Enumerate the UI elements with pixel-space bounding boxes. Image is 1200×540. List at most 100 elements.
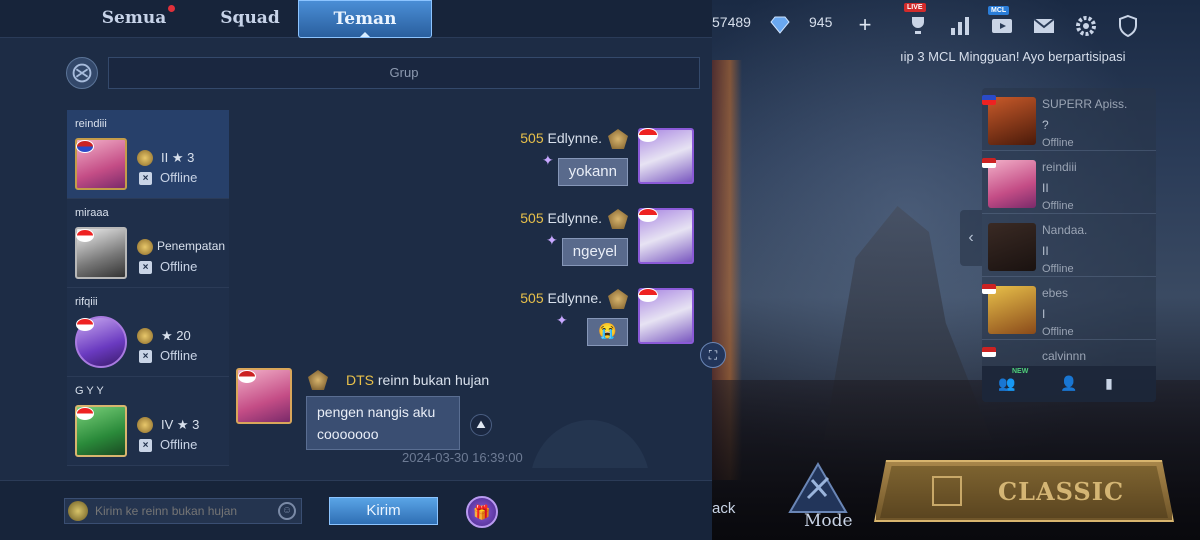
video-icon[interactable] xyxy=(990,14,1014,38)
block-icon[interactable]: ▮ xyxy=(1098,375,1120,393)
message-timestamp: 2024-03-30 16:39:00 xyxy=(402,450,523,465)
tab-bar: Semua Squad Teman xyxy=(0,0,712,38)
friend-status: Offline xyxy=(1042,137,1074,149)
collapse-friends-button[interactable]: ‹ xyxy=(960,210,982,266)
message-area: 505 Edlynne. ✦ yokann 505 Edlynne. ✦ nge… xyxy=(230,110,712,468)
message-bubble[interactable]: pengen nangis aku cooooooo xyxy=(306,396,460,450)
friend-status: Offline xyxy=(1042,326,1074,338)
friend-rank: I xyxy=(1042,307,1046,321)
friend-rank: II xyxy=(1042,181,1049,195)
friend-rank: ? xyxy=(1042,118,1049,132)
right-friends-panel: SUPERR Apiss. ? Offline reindiii II Offl… xyxy=(982,88,1156,402)
mail-icon[interactable] xyxy=(1032,14,1056,38)
screenshot-icon[interactable]: ⛶ xyxy=(700,342,726,368)
friend-item[interactable]: miraaa Penempatan × Offline xyxy=(67,199,229,288)
sender-name: Edlynne. xyxy=(547,290,602,306)
send-button[interactable]: Kirim xyxy=(329,497,438,525)
tab-squad[interactable]: Squad xyxy=(184,0,316,38)
add-friend-icon[interactable]: 👥 xyxy=(996,375,1018,393)
flag-icon xyxy=(638,288,658,302)
message-input[interactable] xyxy=(64,498,302,524)
message-incoming: DTS reinn bukan hujan pengen nangis aku … xyxy=(236,368,536,468)
sender-name: Edlynne. xyxy=(547,210,602,226)
live-badge: LIVE xyxy=(904,3,926,12)
friend-name: G Y Y xyxy=(75,385,104,397)
offline-x-icon: × xyxy=(139,350,152,363)
message-outgoing: 505 Edlynne. ✦ ngeyel xyxy=(434,208,694,278)
back-label[interactable]: ack xyxy=(712,500,735,517)
stats-icon[interactable] xyxy=(948,14,972,38)
offline-x-icon: × xyxy=(139,172,152,185)
gift-icon[interactable]: 🎁 xyxy=(466,496,498,528)
friend-name: reindiii xyxy=(1042,160,1077,174)
message-bubble[interactable]: ngeyel xyxy=(561,238,628,266)
shield-icon[interactable] xyxy=(1116,14,1140,38)
friend-name: Nandaa. xyxy=(1042,223,1088,237)
message-sender: 505 Edlynne. xyxy=(520,290,602,306)
rank-badge-icon xyxy=(608,289,628,309)
flag-icon xyxy=(982,284,996,294)
flag-icon xyxy=(638,208,658,222)
announcement-marquee: ıip 3 MCL Mingguan! Ayo berpartisipasi xyxy=(900,49,1126,64)
friend-name: SUPERR Apiss. xyxy=(1042,97,1128,111)
message-bubble[interactable]: 😭 xyxy=(587,318,628,346)
currency-a-value: 57489 xyxy=(712,14,751,30)
message-bubble[interactable]: yokann xyxy=(557,158,628,186)
friend-rank: ★ 20 xyxy=(161,328,191,343)
gear-icon[interactable] xyxy=(1074,14,1098,38)
friend-rank: II ★ 3 xyxy=(161,150,195,165)
right-friend-item[interactable]: SUPERR Apiss. ? Offline xyxy=(982,88,1156,151)
sender-name: reinn bukan hujan xyxy=(377,372,490,388)
message-sender: DTS reinn bukan hujan xyxy=(346,372,489,388)
friend-rank: II xyxy=(1042,244,1049,258)
flag-icon xyxy=(982,347,996,357)
friend-item[interactable]: reindiii II ★ 3 × Offline xyxy=(67,110,229,199)
plus-icon[interactable]: + xyxy=(854,14,876,36)
right-friend-item[interactable]: ebes I Offline xyxy=(982,277,1156,340)
invite-icon[interactable]: 👤 xyxy=(1058,375,1080,393)
friend-item[interactable]: rifqiii ★ 20 × Offline xyxy=(67,288,229,377)
flag-icon xyxy=(76,140,94,153)
notification-dot xyxy=(168,5,175,12)
message-sender: 505 Edlynne. xyxy=(520,130,602,146)
group-icon[interactable] xyxy=(66,57,98,89)
chat-panel: Semua Squad Teman Grup reindiii II ★ 3 ×… xyxy=(0,0,726,540)
star-icon: ✦ xyxy=(542,152,554,168)
sender-name: Edlynne. xyxy=(547,130,602,146)
friend-rank: IV ★ 3 xyxy=(161,417,200,432)
tab-semua[interactable]: Semua xyxy=(70,0,198,38)
friend-item[interactable]: G Y Y IV ★ 3 × Offline xyxy=(67,377,229,466)
friend-name: ebes xyxy=(1042,286,1069,300)
rank-badge-icon xyxy=(137,328,153,344)
offline-x-icon: × xyxy=(139,439,152,452)
flag-icon xyxy=(982,158,996,168)
currency-b-value: 945 xyxy=(809,14,833,30)
friend-status: Offline xyxy=(160,170,198,185)
right-friend-item[interactable]: reindiii II Offline xyxy=(982,151,1156,214)
new-badge: NEW xyxy=(1012,368,1029,375)
friend-name: reindiii xyxy=(75,118,107,130)
emoji-icon[interactable]: ☺ xyxy=(278,502,296,520)
rank-badge-icon xyxy=(308,370,328,390)
trophy-icon[interactable] xyxy=(906,14,930,38)
mode-label: Mode xyxy=(804,511,853,531)
group-field[interactable]: Grup xyxy=(108,57,700,89)
right-friend-item[interactable]: Nandaa. II Offline xyxy=(982,214,1156,277)
friend-list: reindiii II ★ 3 × Offline miraaa Penempa… xyxy=(67,110,229,468)
sender-level: 505 xyxy=(520,210,544,226)
star-icon: ✦ xyxy=(556,312,568,328)
friend-status: Offline xyxy=(160,348,198,363)
friend-name: calvinnn xyxy=(1042,349,1087,363)
avatar xyxy=(988,223,1036,271)
rank-badge-icon xyxy=(137,239,153,255)
rank-badge-icon xyxy=(137,150,153,166)
sender-level: 505 xyxy=(520,130,544,146)
flag-icon xyxy=(76,229,94,242)
translate-icon[interactable]: ⛰ xyxy=(470,414,492,436)
right-friends-footer: NEW 👥 👤 ▮ xyxy=(982,366,1156,402)
flag-icon xyxy=(238,370,256,383)
rank-badge-icon xyxy=(608,209,628,229)
emote-avatar-icon[interactable] xyxy=(68,501,88,521)
message-outgoing: 505 Edlynne. ✦ yokann xyxy=(434,128,694,198)
classic-label: CLASSIC xyxy=(998,477,1125,506)
